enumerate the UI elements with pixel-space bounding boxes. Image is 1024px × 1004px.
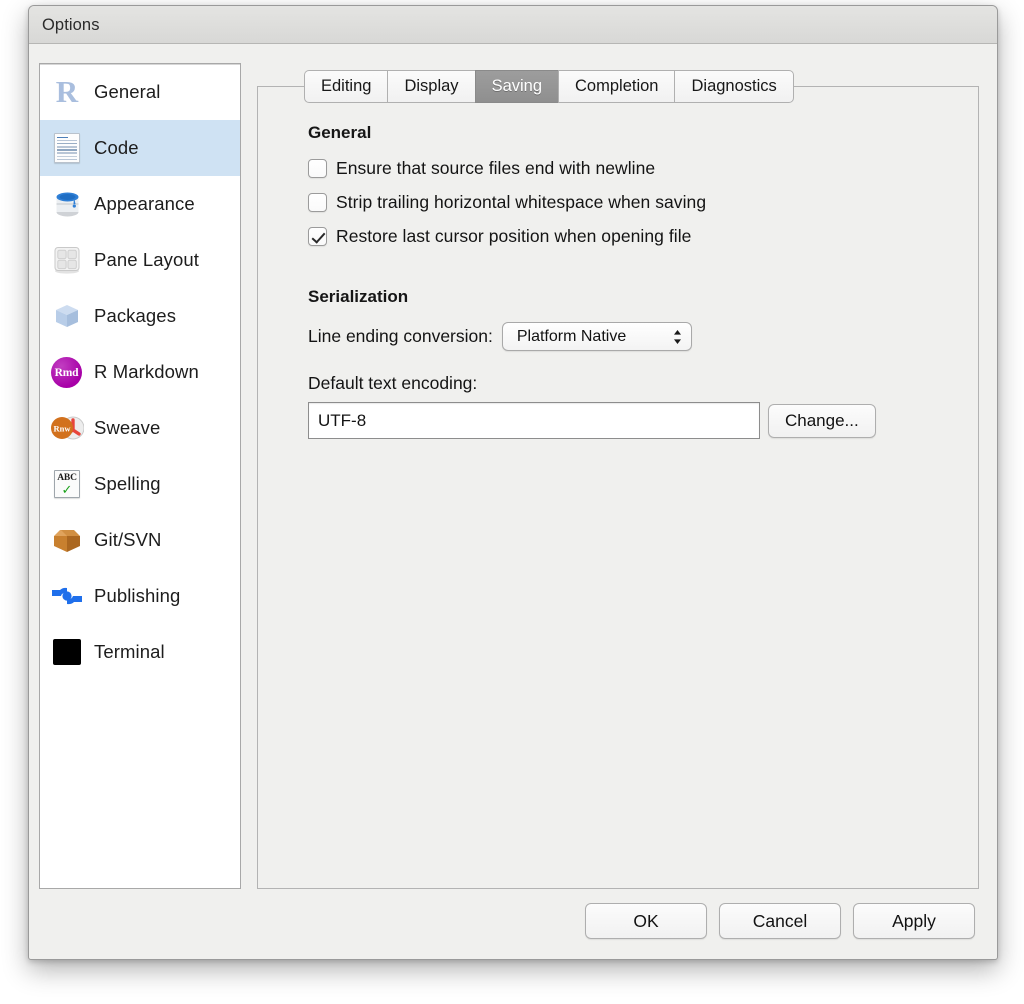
checkbox-restore-cursor[interactable] (308, 227, 327, 246)
cancel-button[interactable]: Cancel (719, 903, 841, 939)
encoding-label: Default text encoding: (308, 373, 478, 393)
sidebar-item-pane-layout[interactable]: Pane Layout (40, 232, 240, 288)
change-encoding-button[interactable]: Change... (768, 403, 876, 438)
checkbox-row-restore-cursor[interactable]: Restore last cursor position when openin… (308, 226, 952, 247)
tab-saving[interactable]: Saving (474, 70, 559, 103)
title-bar: Options (29, 6, 997, 44)
sidebar-item-label: Code (94, 137, 139, 158)
sidebar-item-label: Terminal (94, 641, 165, 662)
tab-editing[interactable]: Editing (304, 70, 388, 103)
sidebar-item-label: Sweave (94, 417, 161, 438)
apply-button[interactable]: Apply (853, 903, 975, 939)
package-box-icon (50, 523, 84, 557)
rmd-badge-icon: Rmd (50, 355, 84, 389)
sidebar-item-code[interactable]: Code (40, 120, 240, 176)
publishing-icon (50, 579, 84, 613)
checkbox-label: Restore last cursor position when openin… (336, 226, 692, 246)
checkbox-label: Strip trailing horizontal whitespace whe… (336, 192, 707, 212)
sidebar-item-label: General (94, 81, 161, 102)
sidebar-item-git-svn[interactable]: Git/SVN (40, 512, 240, 568)
sidebar-item-label: R Markdown (94, 361, 199, 382)
checkbox-strip-whitespace[interactable] (308, 193, 327, 212)
encoding-input[interactable]: UTF-8 (308, 402, 760, 439)
window-title: Options (42, 16, 100, 34)
sweave-rnw-pdf-icon: Rnw (50, 411, 84, 445)
tab-diagnostics[interactable]: Diagnostics (674, 70, 794, 103)
sidebar-item-sweave[interactable]: Rnw Sweave (40, 400, 240, 456)
checkbox-ensure-newline[interactable] (308, 159, 327, 178)
sidebar-item-terminal[interactable]: Terminal (40, 624, 240, 680)
sidebar-item-r-markdown[interactable]: Rmd R Markdown (40, 344, 240, 400)
sidebar-item-publishing[interactable]: Publishing (40, 568, 240, 624)
line-ending-value: Platform Native (516, 327, 627, 345)
r-logo-icon: R (55, 74, 79, 109)
general-section-heading: General (308, 123, 372, 142)
options-content-panel: Editing Display Saving Completion Diagno… (257, 59, 979, 889)
cube-icon (50, 299, 84, 333)
sidebar-item-label: Git/SVN (94, 529, 162, 550)
options-dialog-window: Options R General Code Appearance Pane L… (28, 5, 998, 960)
sidebar-item-general[interactable]: R General (40, 64, 240, 120)
terminal-icon (50, 635, 84, 669)
sidebar-item-packages[interactable]: Packages (40, 288, 240, 344)
ok-button[interactable]: OK (585, 903, 707, 939)
sidebar-item-label: Packages (94, 305, 177, 326)
code-document-icon (50, 131, 84, 165)
sidebar-item-label: Pane Layout (94, 249, 199, 270)
tab-bar[interactable]: Editing Display Saving Completion Diagno… (304, 70, 794, 103)
sidebar-item-label: Spelling (94, 473, 161, 494)
updown-arrows-icon (673, 329, 681, 344)
sidebar-item-label: Publishing (94, 585, 181, 606)
sidebar-item-label: Appearance (94, 193, 195, 214)
checkbox-row-ensure-newline[interactable]: Ensure that source files end with newlin… (308, 158, 952, 179)
sidebar-item-spelling[interactable]: ABC ✓ Spelling (40, 456, 240, 512)
abc-check-icon: ABC ✓ (50, 467, 84, 501)
pane-grid-icon (50, 243, 84, 277)
encoding-value: UTF-8 (318, 410, 367, 430)
saving-tab-content: General Ensure that source files end wit… (258, 87, 978, 888)
checkbox-label: Ensure that source files end with newlin… (336, 158, 656, 178)
options-category-list[interactable]: R General Code Appearance Pane Layout Pa… (39, 63, 241, 889)
checkbox-row-strip-whitespace[interactable]: Strip trailing horizontal whitespace whe… (308, 192, 952, 213)
line-ending-label: Line ending conversion: (308, 326, 493, 346)
serialization-section-heading: Serialization (308, 287, 409, 306)
svg-text:Rnw: Rnw (53, 424, 71, 434)
tab-display[interactable]: Display (387, 70, 475, 103)
dialog-button-bar: OK Cancel Apply (29, 903, 997, 939)
line-ending-select[interactable]: Platform Native (501, 322, 692, 351)
tab-completion[interactable]: Completion (558, 70, 675, 103)
sidebar-item-appearance[interactable]: Appearance (40, 176, 240, 232)
encoding-row: UTF-8 Change... (308, 402, 952, 439)
paint-can-icon (50, 187, 84, 221)
line-ending-row: Line ending conversion: Platform Native (308, 322, 952, 351)
